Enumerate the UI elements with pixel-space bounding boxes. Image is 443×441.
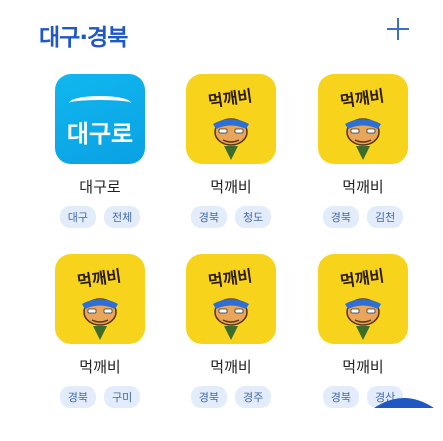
scroll-indicator[interactable] [368,392,440,410]
mukkaebi-app-icon[interactable]: 먹깨비 [318,74,408,164]
mukkaebi-mascot-icon: 먹깨비 [76,266,122,340]
mukkaebi-logo-text: 먹깨비 [339,86,385,111]
mukkaebi-mascot-icon: 먹깨비 [339,86,385,160]
mukkaebi-logo-text: 먹깨비 [76,266,122,291]
app-name: 대구로 [79,178,121,196]
area-tag: 경주 [235,386,272,408]
region-tag: 대구 [59,206,96,228]
region-title: 대구·경북 [39,25,128,51]
app-item-mukkaebi[interactable]: 먹깨비 먹깨비 경북 김천 [308,74,418,244]
mukkaebi-app-icon[interactable]: 먹깨비 [186,74,276,164]
region-tag: 경북 [59,386,96,408]
mukkaebi-logo-text: 먹깨비 [207,86,253,111]
area-tag: 김천 [367,206,404,228]
mukkaebi-mascot-icon: 먹깨비 [207,86,253,160]
app-item-mukkaebi[interactable]: 먹깨비 먹깨비 경북 경주 [176,254,286,424]
mukkaebi-mascot-icon: 먹깨비 [339,266,385,340]
region-header: 대구·경북 [0,0,443,60]
app-name: 먹깨비 [210,178,252,196]
mukkaebi-app-icon[interactable]: 먹깨비 [55,254,145,344]
daeguro-logo-text: 대구로 [66,120,134,148]
mukkaebi-logo-text: 먹깨비 [339,266,385,291]
area-tag: 전체 [104,206,141,228]
app-item-mukkaebi[interactable]: 먹깨비 먹깨비 경북 청도 [176,74,286,244]
mukkaebi-app-icon[interactable]: 먹깨비 [318,254,408,344]
app-item-daeguro[interactable]: 대구로 대구로 대구 전체 [45,74,155,244]
swoosh-icon [69,96,131,110]
region-tag: 경북 [190,206,227,228]
mukkaebi-logo-text: 먹깨비 [207,266,253,291]
app-item-mukkaebi[interactable]: 먹깨비 먹깨비 경북 구미 [45,254,155,424]
area-tag: 구미 [104,386,141,408]
app-name: 먹깨비 [342,178,384,196]
area-tag: 청도 [235,206,272,228]
app-name: 먹깨비 [210,358,252,376]
region-tag: 경북 [322,206,359,228]
app-name: 먹깨비 [79,358,121,376]
plus-icon[interactable] [385,16,411,42]
region-tag: 경북 [322,386,359,408]
mukkaebi-mascot-icon: 먹깨비 [207,266,253,340]
daeguro-app-icon[interactable]: 대구로 [55,74,145,164]
app-name: 먹깨비 [342,358,384,376]
mukkaebi-app-icon[interactable]: 먹깨비 [186,254,276,344]
region-tag: 경북 [190,386,227,408]
